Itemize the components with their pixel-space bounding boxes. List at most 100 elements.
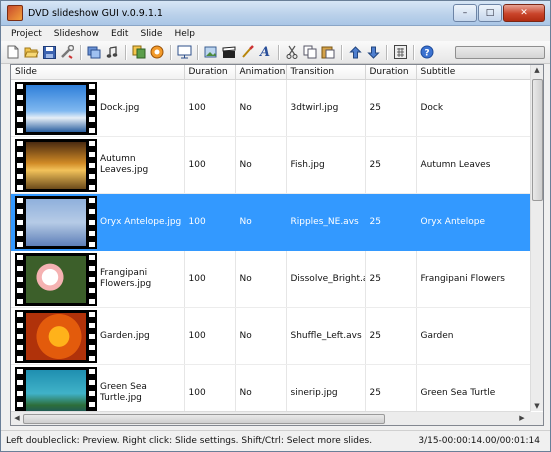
open-project-icon[interactable] xyxy=(22,43,40,61)
slide-thumbnail[interactable] xyxy=(15,309,97,363)
transition-duration: 25 xyxy=(365,79,417,137)
slide-animation: No xyxy=(235,193,287,251)
table-row[interactable]: Autumn Leaves.jpg 100 No Fish.jpg 25 Autumn L… xyxy=(11,136,531,194)
slide-duration: 100 xyxy=(184,307,236,365)
move-down-icon[interactable] xyxy=(364,43,382,61)
slide-cell: Dock.jpg xyxy=(11,79,185,137)
transition-duration: 25 xyxy=(365,193,417,251)
app-window: DVD slideshow GUI v.0.9.1.1 – □ ✕ Projec… xyxy=(0,0,551,452)
toolbar: A ? xyxy=(1,41,550,64)
horizontal-scroll-thumb[interactable] xyxy=(23,414,385,424)
scroll-right-arrow-icon[interactable]: ▶ xyxy=(516,414,528,422)
slide-animation: No xyxy=(235,307,287,365)
slide-subtitle: Dock xyxy=(416,79,531,137)
column-header-transition-duration[interactable]: Duration xyxy=(365,65,417,80)
slide-animation: No xyxy=(235,79,287,137)
move-up-icon[interactable] xyxy=(346,43,364,61)
cut-icon[interactable] xyxy=(283,43,301,61)
table-row[interactable]: Oryx Antelope.jpg 100 No Ripples_NE.avs 25 Or… xyxy=(11,193,531,251)
clapperboard-icon[interactable] xyxy=(220,43,238,61)
menu-slideshow[interactable]: Slideshow xyxy=(48,29,105,39)
menu-help[interactable]: Help xyxy=(168,29,201,39)
slide-subtitle: Autumn Leaves xyxy=(416,136,531,194)
slide-subtitle: Frangipani Flowers xyxy=(416,250,531,308)
add-slides-icon[interactable] xyxy=(85,43,103,61)
table-row[interactable]: Garden.jpg 100 No Shuffle_Left.avs 25 Garden xyxy=(11,307,531,365)
toolbar-separator xyxy=(386,44,387,60)
slide-transition: 3dtwirl.jpg xyxy=(286,79,366,137)
progress-bar xyxy=(455,45,545,59)
menu-edit[interactable]: Edit xyxy=(105,29,134,39)
vertical-scrollbar[interactable]: ▲ ▼ xyxy=(530,65,543,411)
maximize-button[interactable]: □ xyxy=(478,4,502,22)
column-header-subtitle[interactable]: Subtitle xyxy=(416,65,531,80)
new-project-icon[interactable] xyxy=(4,43,22,61)
column-header-transition[interactable]: Transition xyxy=(286,65,366,80)
status-position: 3/15-00:00:14.00/00:01:14 xyxy=(418,436,540,446)
table-row[interactable]: Frangipani Flowers.jpg 100 No Dissolve_Brig… xyxy=(11,250,531,308)
slide-transition: Fish.jpg xyxy=(286,136,366,194)
column-header-animation[interactable]: Animation xyxy=(235,65,287,80)
title-bar[interactable]: DVD slideshow GUI v.0.9.1.1 – □ ✕ xyxy=(1,1,550,26)
toolbar-separator xyxy=(125,44,126,60)
record-icon[interactable] xyxy=(148,43,166,61)
slide-thumbnail[interactable] xyxy=(15,195,97,249)
toolbar-separator xyxy=(170,44,171,60)
help-icon[interactable]: ? xyxy=(418,43,436,61)
paint-brush-icon[interactable] xyxy=(238,43,256,61)
scrollbar-corner xyxy=(530,412,543,425)
toolbar-separator xyxy=(341,44,342,60)
slide-animation: No xyxy=(235,250,287,308)
svg-text:?: ? xyxy=(424,49,429,59)
scroll-up-arrow-icon[interactable]: ▲ xyxy=(531,66,543,74)
slide-filename: Dock.jpg xyxy=(100,102,140,113)
transition-duration: 25 xyxy=(365,136,417,194)
edit-image-icon[interactable] xyxy=(202,43,220,61)
toolbar-separator xyxy=(278,44,279,60)
minimize-button[interactable]: – xyxy=(453,4,477,22)
menu-bar: Project Slideshow Edit Slide Help xyxy=(1,26,550,41)
slide-duration: 100 xyxy=(184,136,236,194)
slide-duration: 100 xyxy=(184,79,236,137)
table-row[interactable]: Dock.jpg 100 No 3dtwirl.jpg 25 Dock xyxy=(11,79,531,137)
toolbar-separator xyxy=(80,44,81,60)
copy-slides-icon[interactable] xyxy=(130,43,148,61)
slide-subtitle: Garden xyxy=(416,307,531,365)
calculator-icon[interactable] xyxy=(391,43,409,61)
slide-thumbnail[interactable] xyxy=(15,81,97,135)
slide-cell: Frangipani Flowers.jpg xyxy=(11,250,185,308)
window-title: DVD slideshow GUI v.0.9.1.1 xyxy=(28,7,163,19)
text-icon[interactable]: A xyxy=(256,43,274,61)
column-header-slide[interactable]: Slide xyxy=(11,65,185,80)
horizontal-scrollbar[interactable]: ◀ ▶ xyxy=(11,411,530,425)
slide-thumbnail[interactable] xyxy=(15,138,97,192)
slide-table: Slide Duration Animation Transition Dura… xyxy=(11,65,531,422)
app-icon xyxy=(7,5,23,21)
save-project-icon[interactable] xyxy=(40,43,58,61)
slide-cell: Oryx Antelope.jpg xyxy=(11,193,185,251)
settings-tools-icon[interactable] xyxy=(58,43,76,61)
vertical-scroll-thumb[interactable] xyxy=(532,79,543,201)
table-header: Slide Duration Animation Transition Dura… xyxy=(11,65,531,80)
slide-filename: Oryx Antelope.jpg xyxy=(100,216,182,227)
slide-thumbnail[interactable] xyxy=(15,252,97,306)
scroll-left-arrow-icon[interactable]: ◀ xyxy=(11,414,23,422)
slide-cell: Autumn Leaves.jpg xyxy=(11,136,185,194)
preview-icon[interactable] xyxy=(175,43,193,61)
copy-icon[interactable] xyxy=(301,43,319,61)
slide-subtitle: Oryx Antelope xyxy=(416,193,531,251)
scroll-down-arrow-icon[interactable]: ▼ xyxy=(531,402,543,410)
slide-list[interactable]: Slide Duration Animation Transition Dura… xyxy=(10,64,544,426)
menu-project[interactable]: Project xyxy=(5,29,48,39)
paste-icon[interactable] xyxy=(319,43,337,61)
menu-slide[interactable]: Slide xyxy=(134,29,168,39)
slide-transition: Ripples_NE.avs xyxy=(286,193,366,251)
slide-duration: 100 xyxy=(184,193,236,251)
slide-filename: Autumn Leaves.jpg xyxy=(100,154,149,175)
column-header-duration[interactable]: Duration xyxy=(184,65,236,80)
add-audio-icon[interactable] xyxy=(103,43,121,61)
transition-duration: 25 xyxy=(365,307,417,365)
slide-transition: Dissolve_Bright.a... xyxy=(286,250,366,308)
close-button[interactable]: ✕ xyxy=(503,4,545,22)
slide-filename: Green Sea Turtle.jpg xyxy=(100,382,147,403)
